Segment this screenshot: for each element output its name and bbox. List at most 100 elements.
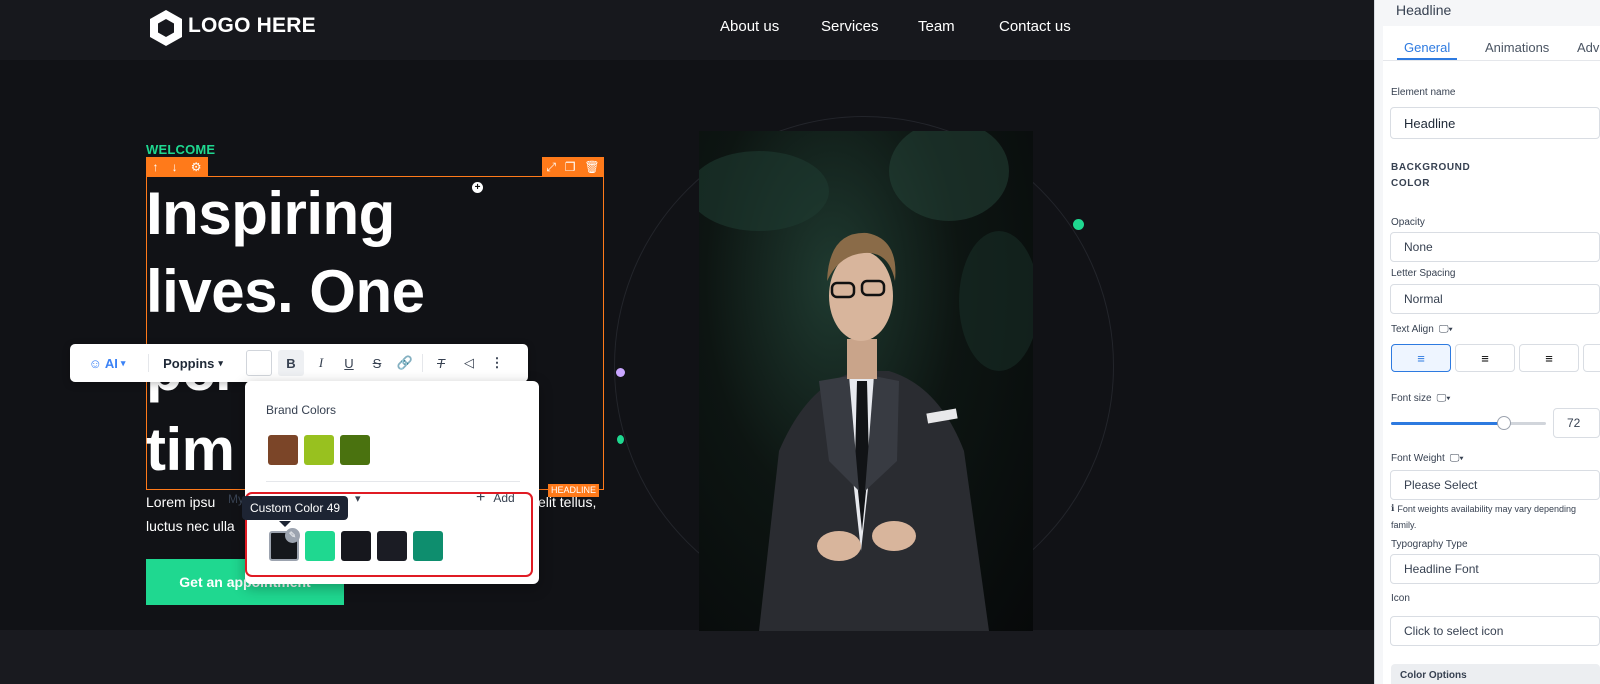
nav-link-about[interactable]: About us [720,18,779,35]
tab-general[interactable]: General [1404,40,1450,55]
font-weight-note-2: family. [1391,520,1417,530]
link-button[interactable]: 🔗 [392,344,418,382]
logo-hex-icon [150,10,182,46]
panel-title: Headline [1396,2,1452,18]
nav-link-contact[interactable]: Contact us [999,18,1071,35]
lorem-line-1-right[interactable]: elit tellus, [538,494,596,510]
font-size-label: Font size [1391,393,1432,404]
hero-photo[interactable] [699,131,1033,631]
duplicate-icon[interactable]: ❐ [565,160,576,174]
font-size-slider-fill [1391,422,1505,425]
underline-icon: U [344,355,354,371]
font-weight-label: Font Weight [1391,453,1445,464]
strikethrough-button[interactable]: S [364,344,390,382]
tab-animations[interactable]: Animations [1485,40,1549,55]
headline-line-1[interactable]: Inspiring [146,184,395,244]
font-size-label-row: Font size 🖵▾ [1391,393,1450,404]
brand-color-swatch[interactable] [268,435,298,465]
text-format-toolbar: ☺ AI ▾ Poppins ▾ B I U S 🔗 T ◁ ⋮ [70,344,528,382]
align-center-icon: ≡ [1481,350,1489,366]
ai-assistant-button[interactable]: ☺ AI ▾ [82,344,132,382]
arrow-up-icon[interactable]: ↑ [153,160,159,174]
clear-format-button[interactable]: T [428,344,454,382]
strikethrough-icon: S [372,355,382,371]
font-family-select[interactable]: Poppins ▾ [158,344,228,382]
opacity-label: Opacity [1391,217,1425,228]
custom-color-swatch[interactable] [305,531,335,561]
letter-spacing-select[interactable]: Normal [1390,284,1600,314]
add-element-icon[interactable]: + [472,182,483,193]
speaker-icon: ◁ [464,355,474,370]
popup-divider [266,481,520,482]
brand-colors-heading: Brand Colors [266,403,337,417]
italic-icon: I [318,355,324,370]
custom-color-swatch[interactable] [413,531,443,561]
text-color-swatch[interactable] [246,350,272,376]
font-weight-select[interactable]: Please Select [1390,470,1600,500]
element-action-controls[interactable]: ⤢ ❐ 🗑 [542,157,604,177]
brand-color-swatch[interactable] [340,435,370,465]
info-icon: ℹ [1391,503,1395,513]
font-weight-note: Font weights availability may vary depen… [1397,503,1577,514]
align-justify-button[interactable] [1583,344,1600,372]
tab-divider [1383,60,1600,61]
ai-robot-icon: ☺ [88,355,102,371]
next-section [0,630,1374,684]
more-options-button[interactable]: ⋮ [484,344,510,382]
align-right-icon: ≡ [1545,350,1553,366]
arrow-down-icon[interactable]: ↓ [172,160,178,174]
font-size-slider-track[interactable] [1391,422,1546,425]
underline-button[interactable]: U [336,344,362,382]
color-options-section[interactable]: Color Options [1391,664,1600,684]
tab-advanced[interactable]: Adv [1577,40,1599,55]
logo-text[interactable]: LOGO HERE [188,14,316,38]
headline-line-2[interactable]: lives. One [146,262,425,322]
font-weight-label-row: Font Weight 🖵▾ [1391,453,1464,464]
chevron-down-icon: ▾ [120,357,126,368]
man-in-suit-photo-icon [699,131,1033,631]
custom-color-swatch[interactable] [341,531,371,561]
desktop-icon[interactable]: 🖵▾ [1439,324,1453,335]
brand-color-swatch[interactable] [304,435,334,465]
color-picker-popup: Brand Colors My ▾ + Add ✎ [228,381,539,584]
icon-select[interactable]: Click to select icon [1390,616,1600,646]
welcome-label[interactable]: WELCOME [146,142,215,157]
nav-link-team[interactable]: Team [918,18,955,35]
desktop-icon[interactable]: 🖵▾ [1437,393,1451,404]
headline-line-4[interactable]: tim [146,420,235,480]
trash-icon[interactable]: 🗑 [584,160,599,174]
nav-link-services[interactable]: Services [821,18,879,35]
bold-icon: B [286,355,296,371]
align-right-button[interactable]: ≡ [1519,344,1579,372]
align-left-icon: ≡ [1417,350,1425,366]
letter-spacing-label: Letter Spacing [1391,268,1456,279]
text-align-label-row: Text Align 🖵▾ [1391,324,1453,335]
bold-button[interactable]: B [278,350,304,376]
italic-button[interactable]: I [308,344,334,382]
element-name-input[interactable]: Headline [1390,107,1600,139]
decor-dot-green-small [617,435,624,444]
tooltip-arrow [279,521,291,527]
text-to-speech-button[interactable]: ◁ [456,344,482,382]
settings-icon[interactable]: ⚙ [191,160,202,174]
typography-type-select[interactable]: Headline Font [1390,554,1600,584]
color-options-label: Color Options [1400,670,1467,681]
custom-color-tooltip: Custom Color 49 [242,496,349,520]
align-center-button[interactable]: ≡ [1455,344,1515,372]
toolbar-separator [148,354,149,372]
text-align-label: Text Align [1391,324,1434,335]
background-color-label: BACKGROUND COLOR [1391,162,1471,189]
desktop-icon[interactable]: 🖵▾ [1450,453,1464,464]
font-size-input[interactable]: 72 [1553,408,1600,438]
expand-icon[interactable]: ⤢ [546,160,556,175]
decor-dot-purple [616,368,625,377]
element-move-controls[interactable]: ↑ ↓ ⚙ [146,157,208,177]
opacity-select[interactable]: None [1390,232,1600,262]
edit-pencil-icon[interactable]: ✎ [285,528,300,543]
lorem-line-1-left[interactable]: Lorem ipsu [146,494,215,510]
page-canvas: LOGO HERE About us Services Team Contact… [0,0,1374,684]
lorem-line-2[interactable]: luctus nec ulla [146,518,235,534]
link-icon: 🔗 [396,355,414,370]
align-left-button[interactable]: ≡ [1391,344,1451,372]
custom-color-swatch[interactable] [377,531,407,561]
